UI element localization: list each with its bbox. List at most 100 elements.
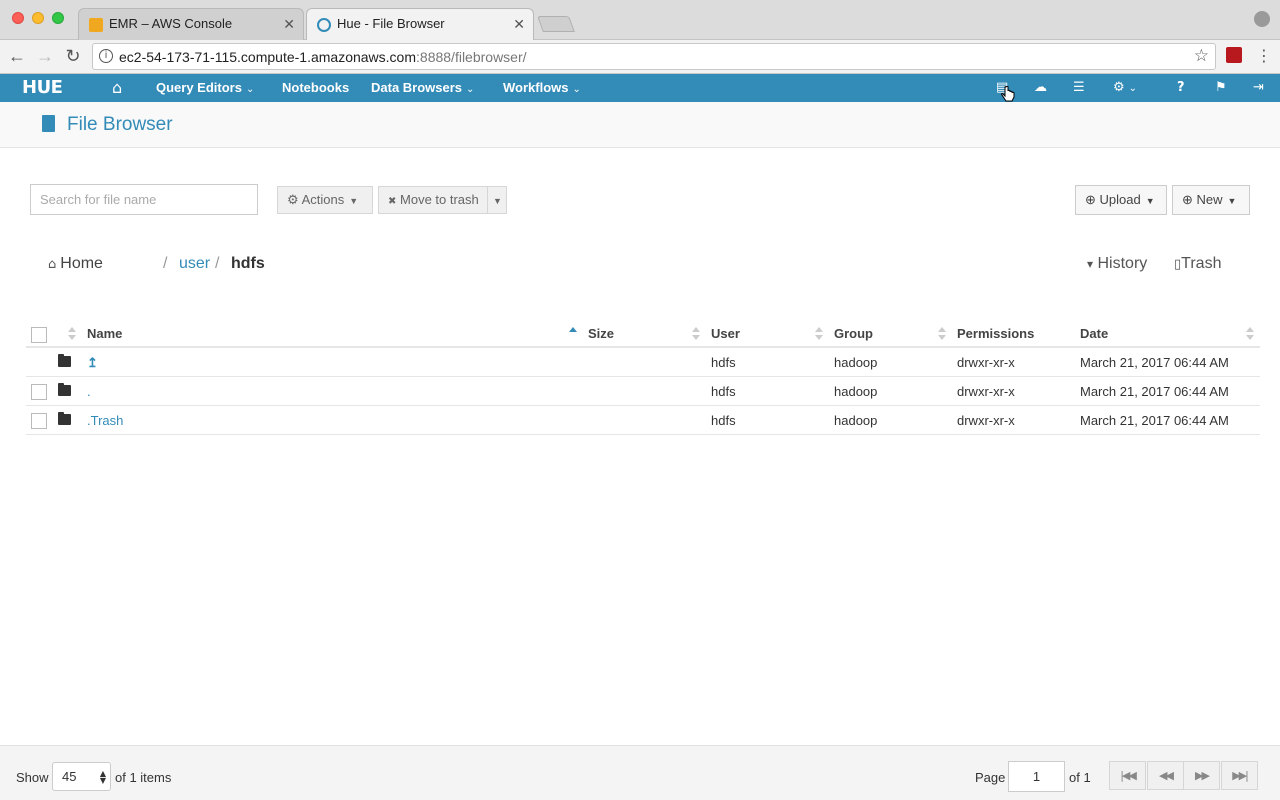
next-page-icon[interactable]: ▶▶ <box>1183 761 1220 790</box>
profile-icon[interactable] <box>1254 11 1270 27</box>
pdf-extension-icon[interactable] <box>1226 47 1242 63</box>
cell-permissions: drwxr-xr-x <box>957 384 1015 399</box>
chevron-down-icon: ⌄ <box>1128 83 1138 94</box>
table-browser-icon[interactable]: ☰ <box>1073 74 1085 102</box>
folder-icon <box>58 383 71 396</box>
gears-icon[interactable]: ⚙ ⌄ <box>1113 74 1137 102</box>
sort-icon[interactable] <box>1246 327 1254 341</box>
search-input[interactable] <box>31 185 257 214</box>
folder-icon <box>58 412 71 425</box>
hand-cursor-icon <box>1001 86 1015 102</box>
table-row[interactable]: .Trash hdfs hadoop drwxr-xr-x March 21, … <box>26 406 1260 435</box>
nav-notebooks[interactable]: Notebooks <box>282 74 349 102</box>
back-icon[interactable]: ← <box>6 45 28 67</box>
gear-icon: ⚙ <box>287 192 299 207</box>
move-to-trash-button[interactable]: ✖ Move to trash <box>378 186 488 214</box>
home-icon: ⌂ <box>48 257 57 272</box>
new-tab-button[interactable] <box>537 16 575 32</box>
site-info-icon[interactable]: i <box>99 49 113 63</box>
bookmark-star-icon[interactable]: ☆ <box>1194 46 1209 66</box>
page-size-select[interactable]: 45 ▲ ▼ <box>52 762 111 791</box>
page-label: Page <box>975 770 1006 785</box>
plus-circle-icon: ⊕ <box>1182 192 1193 207</box>
folder-icon <box>58 354 71 367</box>
history-button[interactable]: ▾ History <box>1087 255 1147 273</box>
file-name-link[interactable]: .Trash <box>87 413 123 428</box>
column-header-date[interactable]: Date <box>1080 326 1108 341</box>
breadcrumb-user[interactable]: user <box>179 255 210 273</box>
upload-button[interactable]: ⊕ Upload ▼ <box>1075 185 1167 215</box>
pagination-footer: Show 45 ▲ ▼ of 1 items Page 1 of 1 |◀◀ ◀◀… <box>0 745 1280 800</box>
home-icon[interactable]: ⌂ <box>112 74 122 102</box>
maximize-window-button[interactable] <box>52 12 64 24</box>
select-all-checkbox[interactable] <box>31 327 47 343</box>
close-window-button[interactable] <box>12 12 24 24</box>
trash-link[interactable]: ▯Trash <box>1174 255 1221 273</box>
nav-data-browsers[interactable]: Data Browsers ⌄ <box>371 74 474 102</box>
sort-icon[interactable] <box>815 327 823 341</box>
cell-user: hdfs <box>711 355 736 370</box>
chevron-down-icon: ⌄ <box>245 84 255 95</box>
sort-asc-icon[interactable] <box>569 327 577 341</box>
cell-permissions: drwxr-xr-x <box>957 355 1015 370</box>
sort-icon[interactable] <box>692 327 700 341</box>
cell-date: March 21, 2017 06:44 AM <box>1080 384 1229 399</box>
breadcrumb-current[interactable]: hdfs <box>231 255 265 273</box>
column-header-user[interactable]: User <box>711 326 740 341</box>
table-row[interactable]: . hdfs hadoop drwxr-xr-x March 21, 2017 … <box>26 377 1260 406</box>
hue-navbar: HUE ⌂ Query Editors ⌄ Notebooks Data Brow… <box>0 74 1280 102</box>
column-header-size[interactable]: Size <box>588 326 614 341</box>
page-header: File Browser <box>0 102 1280 148</box>
trash-options-dropdown[interactable]: ▼ <box>487 186 507 214</box>
show-label: Show <box>16 770 49 785</box>
parent-dir-link[interactable]: ↥ <box>87 355 98 371</box>
search-box <box>30 184 258 215</box>
reload-icon[interactable]: ↻ <box>62 45 84 67</box>
actions-button[interactable]: ⚙ Actions ▼ <box>277 186 373 214</box>
browser-tab-emr[interactable]: EMR – AWS Console ✕ <box>78 8 304 40</box>
select-arrows-icon: ▲ ▼ <box>99 769 106 785</box>
previous-page-icon[interactable]: ◀◀ <box>1147 761 1184 790</box>
page-number-input[interactable]: 1 <box>1008 761 1065 792</box>
breadcrumb-home[interactable]: ⌂ Home <box>48 255 103 273</box>
new-button[interactable]: ⊕ New ▼ <box>1172 185 1250 215</box>
browser-tab-hue[interactable]: Hue - File Browser ✕ <box>306 8 534 40</box>
forward-icon[interactable]: → <box>34 45 56 67</box>
hue-logo[interactable]: HUE <box>22 78 63 98</box>
cell-user: hdfs <box>711 384 736 399</box>
document-icon <box>42 115 55 132</box>
row-checkbox[interactable] <box>31 413 47 429</box>
flag-icon[interactable]: ⚑ <box>1215 74 1227 102</box>
column-header-name[interactable]: Name <box>87 326 122 341</box>
row-checkbox[interactable] <box>31 384 47 400</box>
logout-icon[interactable]: ⇥ <box>1253 74 1264 102</box>
nav-workflows[interactable]: Workflows ⌄ <box>503 74 581 102</box>
column-header-permissions[interactable]: Permissions <box>957 326 1034 341</box>
help-icon[interactable]: ? <box>1177 74 1185 102</box>
last-page-icon[interactable]: ▶▶| <box>1221 761 1258 790</box>
browser-menu-icon[interactable]: ⋮ <box>1256 46 1272 65</box>
hue-favicon-icon <box>317 18 331 32</box>
cell-group: hadoop <box>834 355 878 370</box>
file-name-link[interactable]: . <box>87 384 91 399</box>
cell-group: hadoop <box>834 413 878 428</box>
cell-group: hadoop <box>834 384 878 399</box>
cell-user: hdfs <box>711 413 736 428</box>
sort-icon[interactable] <box>68 327 76 341</box>
minimize-window-button[interactable] <box>32 12 44 24</box>
table-row[interactable]: ↥ hdfs hadoop drwxr-xr-x March 21, 2017 … <box>26 348 1260 377</box>
nav-query-editors[interactable]: Query Editors ⌄ <box>156 74 254 102</box>
breadcrumb-separator: / <box>215 255 220 272</box>
sort-icon[interactable] <box>938 327 946 341</box>
cell-permissions: drwxr-xr-x <box>957 413 1015 428</box>
close-tab-icon[interactable]: ✕ <box>513 9 525 39</box>
close-tab-icon[interactable]: ✕ <box>283 9 295 39</box>
x-icon: ✖ <box>388 196 397 207</box>
cloud-icon[interactable]: ☁ <box>1034 74 1047 102</box>
tab-label: Hue - File Browser <box>337 16 445 31</box>
url-field[interactable]: i ec2-54-173-71-115.compute-1.amazonaws.… <box>92 43 1216 70</box>
first-page-icon[interactable]: |◀◀ <box>1109 761 1146 790</box>
items-count: of 1 items <box>115 770 172 785</box>
cell-date: March 21, 2017 06:44 AM <box>1080 413 1229 428</box>
column-header-group[interactable]: Group <box>834 326 873 341</box>
